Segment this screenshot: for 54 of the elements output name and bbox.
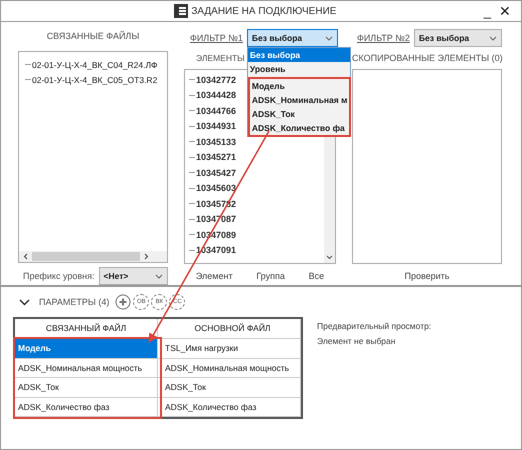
tree-item[interactable]: 10345133 [196,136,236,147]
filter-dropdown[interactable]: Без выбора [414,29,502,47]
add-icon[interactable] [115,294,132,310]
table-cell[interactable]: ADSK_Ток [158,378,301,398]
tree-item[interactable]: 10345603 [196,183,236,194]
column-header: ОСНОВНОЙ ФАЙЛ [158,319,301,339]
dropdown-option[interactable]: Уровень [248,62,350,76]
scroll-right-icon[interactable] [144,253,149,260]
tree-item[interactable]: 10345427 [196,168,236,178]
scroll-left-icon[interactable] [23,253,28,260]
section-title: СКОПИРОВАННЫЕ ЭЛЕМЕНТЫ (0) [352,53,502,65]
horizontal-scrollbar[interactable] [19,251,167,262]
dropdown-option[interactable]: Модель [250,79,350,93]
table-cell[interactable]: ADSK_Номинальная мощность [158,358,301,378]
section-title: СВЯЗАННЫЕ ФАЙЛЫ [46,31,140,43]
dropdown-option[interactable]: ADSK_Ток [250,107,350,121]
tree-item[interactable]: 10344766 [196,106,236,116]
table-cell[interactable]: ADSK_Ток [15,378,158,398]
text-button[interactable]: Элемент [192,270,236,282]
app-icon [174,4,188,18]
tree-item[interactable]: 10345271 [196,152,236,162]
preview-text: Предварительный просмотр: [317,321,432,331]
filter-dropdown[interactable]: Без выбора [246,29,338,47]
window-title: ЗАДАНИЕ НА ПОДКЛЮЧЕНИЕ [191,6,336,16]
text-button[interactable]: Все [306,270,328,282]
scroll-down-icon[interactable] [326,255,333,260]
table-cell[interactable]: Модель [15,339,158,358]
close-button[interactable]: ✕ [495,2,515,20]
preview-text: Элемент не выбран [317,336,396,346]
minimize-button[interactable]: _ [480,2,495,20]
text-button[interactable]: Группа [253,270,288,282]
dropdown-option[interactable]: ADSK_Номинальная м [250,93,350,107]
table-cell[interactable]: ADSK_Номинальная мощность [15,358,158,378]
section-title: ПАРАМЕТРЫ (4) [39,297,110,307]
tree-item[interactable]: 10344931 [196,121,236,132]
tree-item[interactable]: 02-01-У-Ц-Х-4_ВК_С04_R24.ЛФ [32,60,158,70]
filter-label: ФИЛЬТР №2 [357,33,410,43]
table-cell[interactable]: ADSK_Количество фаз [15,398,158,417]
chevron-down-icon[interactable] [489,36,497,40]
tree-item[interactable]: 10344428 [196,90,236,100]
dropdown-option[interactable]: ADSK_Количество фа [250,121,350,135]
chevron-down-icon[interactable] [155,274,163,278]
table-cell[interactable]: ADSK_Количество фаз [158,398,301,417]
tree-item[interactable]: 10342772 [196,74,236,85]
dropdown-option[interactable]: Без выбора [248,48,350,62]
prefix-dropdown[interactable]: <Нет> [98,267,168,285]
prefix-label: Префикс уровня: [23,271,94,281]
chevron-down-icon[interactable] [324,36,333,40]
tree-item[interactable]: 02-01-У-Ц-Х-4_ВК_С05_ОТ3.R2 [32,74,158,84]
table-cell[interactable]: TSL_Имя нагрузки [158,339,301,358]
chevron-icon[interactable] [19,298,30,306]
check-button[interactable]: Проверить [401,270,452,282]
section-title: ЭЛЕМЕНТЫ [196,53,245,65]
filter-label: ФИЛЬТР №1 [190,33,243,43]
